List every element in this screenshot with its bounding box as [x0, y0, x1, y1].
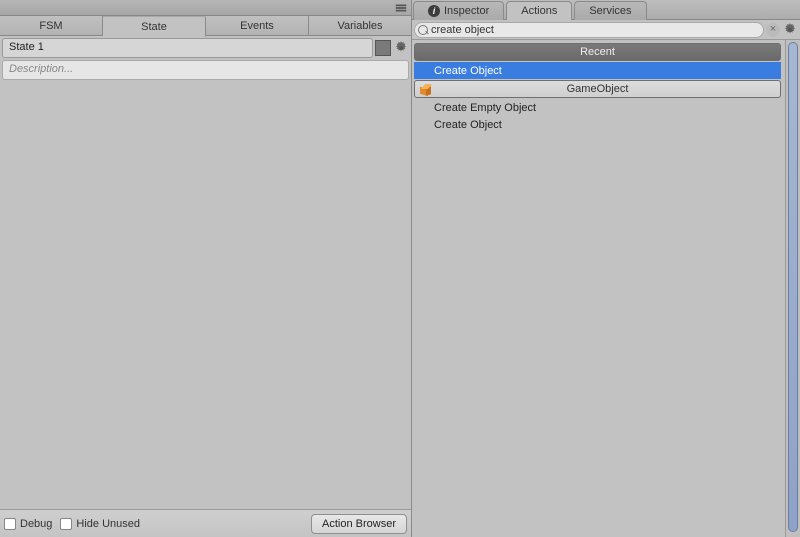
action-item-label: Create Object [434, 65, 502, 77]
info-icon: i [428, 5, 440, 17]
cube-icon [418, 83, 432, 97]
checkbox-icon [4, 518, 16, 530]
gear-icon [783, 23, 797, 37]
state-color-swatch[interactable] [375, 40, 391, 56]
tab-label: State [141, 21, 167, 33]
hide-unused-label: Hide Unused [76, 518, 140, 530]
actions-body: Recent Create Object GameObject Create E… [412, 40, 800, 537]
state-actions-area [0, 82, 411, 509]
right-tabstrip: i Inspector Actions Services [412, 0, 800, 20]
menu-bars-icon [394, 1, 408, 15]
state-description-placeholder: Description... [9, 63, 73, 75]
debug-label: Debug [20, 518, 52, 530]
tab-label: Events [240, 20, 274, 32]
close-icon: × [770, 24, 776, 35]
right-panel: i Inspector Actions Services create obje… [412, 0, 800, 537]
checkbox-icon [60, 518, 72, 530]
state-name-value: State 1 [9, 41, 44, 53]
left-tabstrip: FSM State Events Variables [0, 16, 411, 36]
tab-fsm[interactable]: FSM [0, 16, 103, 35]
actions-settings-button[interactable] [782, 22, 798, 38]
tab-label: Services [589, 5, 631, 17]
actions-scrollbar[interactable] [785, 40, 800, 537]
actions-list: Recent Create Object GameObject Create E… [412, 40, 785, 537]
scrollbar-thumb[interactable] [788, 42, 798, 532]
tab-events[interactable]: Events [206, 16, 309, 35]
group-header-gameobject[interactable]: GameObject [414, 80, 781, 98]
actions-toolbar: create object × [412, 20, 800, 40]
left-panel: FSM State Events Variables State 1 Descr… [0, 0, 412, 537]
tab-variables[interactable]: Variables [309, 16, 411, 35]
app-root: FSM State Events Variables State 1 Descr… [0, 0, 800, 537]
tab-label: Inspector [444, 5, 489, 17]
action-browser-button[interactable]: Action Browser [311, 514, 407, 534]
group-title: Recent [580, 46, 615, 58]
debug-checkbox[interactable]: Debug [4, 518, 52, 530]
clear-search-button[interactable]: × [766, 23, 780, 37]
left-panel-topbar [0, 0, 411, 16]
actions-search-input[interactable]: create object [414, 22, 764, 38]
tab-label: FSM [39, 20, 62, 32]
action-item-label: Create Empty Object [434, 102, 536, 114]
tab-actions[interactable]: Actions [506, 1, 572, 20]
tab-services[interactable]: Services [574, 1, 646, 20]
group-title: GameObject [567, 83, 629, 95]
left-panel-menu-icon[interactable] [393, 0, 409, 16]
tab-label: Actions [521, 5, 557, 17]
action-item-label: Create Object [434, 119, 502, 131]
tab-inspector[interactable]: i Inspector [413, 1, 504, 20]
action-item-create-object[interactable]: Create Object [414, 62, 781, 79]
search-value: create object [431, 24, 494, 36]
hide-unused-checkbox[interactable]: Hide Unused [60, 518, 140, 530]
gear-icon [394, 41, 408, 55]
tab-state[interactable]: State [103, 17, 206, 37]
action-item-create-object[interactable]: Create Object [414, 116, 781, 133]
state-settings-button[interactable] [393, 40, 409, 56]
action-item-create-empty-object[interactable]: Create Empty Object [414, 99, 781, 116]
action-browser-label: Action Browser [322, 518, 396, 530]
state-name-input[interactable]: State 1 [2, 38, 373, 58]
tab-label: Variables [337, 20, 382, 32]
group-header-recent[interactable]: Recent [414, 43, 781, 61]
state-header: State 1 [0, 36, 411, 60]
state-description-input[interactable]: Description... [2, 60, 409, 80]
left-footer: Debug Hide Unused Action Browser [0, 509, 411, 537]
